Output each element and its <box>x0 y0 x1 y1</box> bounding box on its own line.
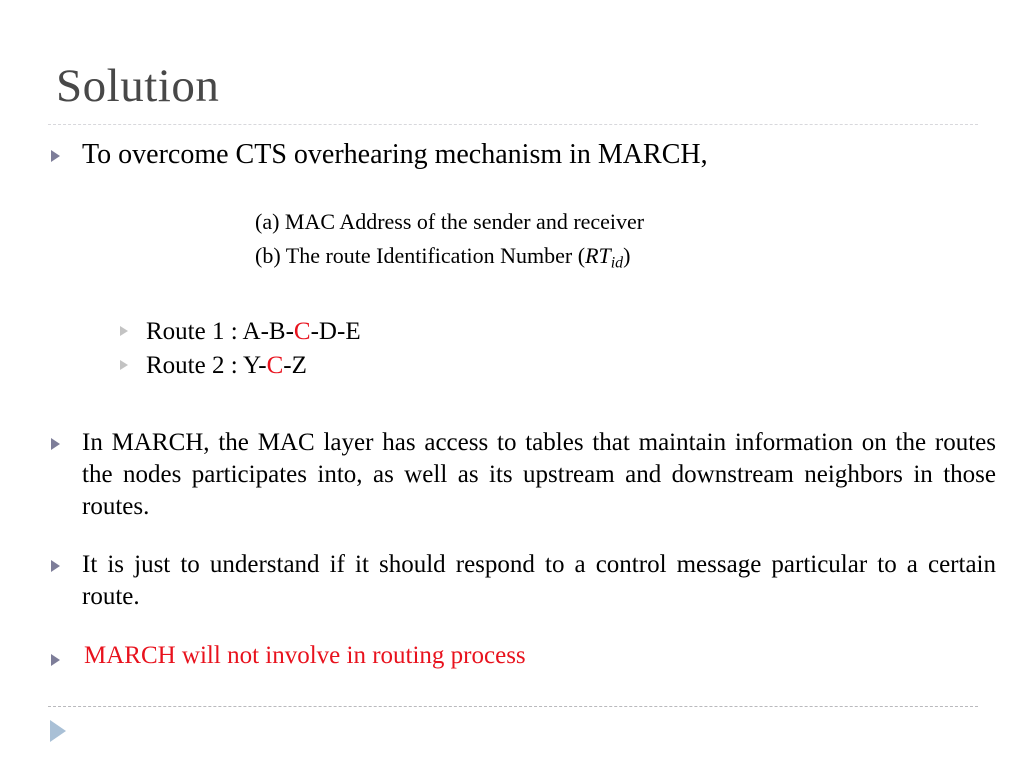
title-divider <box>48 124 978 125</box>
route-1-suffix: -D-E <box>310 318 361 345</box>
route-1-line: Route 1 : A-B-C-D-E <box>146 319 361 344</box>
route-2-suffix: -Z <box>283 352 307 379</box>
sub-note-b: (b) The route Identification Number (RTi… <box>255 245 630 271</box>
sub-bullet-triangle-icon <box>120 326 128 336</box>
footer-divider <box>48 706 978 707</box>
bullet-triangle-icon <box>51 560 60 572</box>
route-2-line: Route 2 : Y-C-Z <box>146 353 307 378</box>
red-statement-text: MARCH will not involve in routing proces… <box>84 642 526 669</box>
bullet-triangle-icon <box>51 438 60 450</box>
sub-bullet-triangle-icon <box>120 360 128 370</box>
bullet-triangle-icon <box>51 654 60 666</box>
route-1-prefix: Route 1 : A-B- <box>146 318 294 345</box>
paragraph-march-tables: In MARCH, the MAC layer has access to ta… <box>82 429 996 520</box>
page-title: Solution <box>56 60 220 112</box>
sub-note-b-prefix: (b) The route Identification Number ( <box>255 243 586 268</box>
route-2-highlight-node: C <box>266 352 284 379</box>
bullet-triangle-icon <box>51 150 60 162</box>
route-2-prefix: Route 2 : Y- <box>146 352 267 379</box>
sub-note-b-suffix: ) <box>623 243 631 268</box>
paragraph-control-message: It is just to understand if it should re… <box>82 551 996 610</box>
route-1-highlight-node: C <box>293 318 311 345</box>
sub-note-a: (a) MAC Address of the sender and receiv… <box>255 209 645 234</box>
lead-bullet-text: To overcome CTS overhearing mechanism in… <box>82 139 708 170</box>
route-id-variable: RTid <box>585 243 624 272</box>
slide-canvas: Solution To overcome CTS overhearing mec… <box>0 0 1024 768</box>
route-id-subscript: id <box>610 254 624 272</box>
route-id-base: RT <box>585 243 611 268</box>
footer-bullet-triangle-icon <box>50 720 66 742</box>
